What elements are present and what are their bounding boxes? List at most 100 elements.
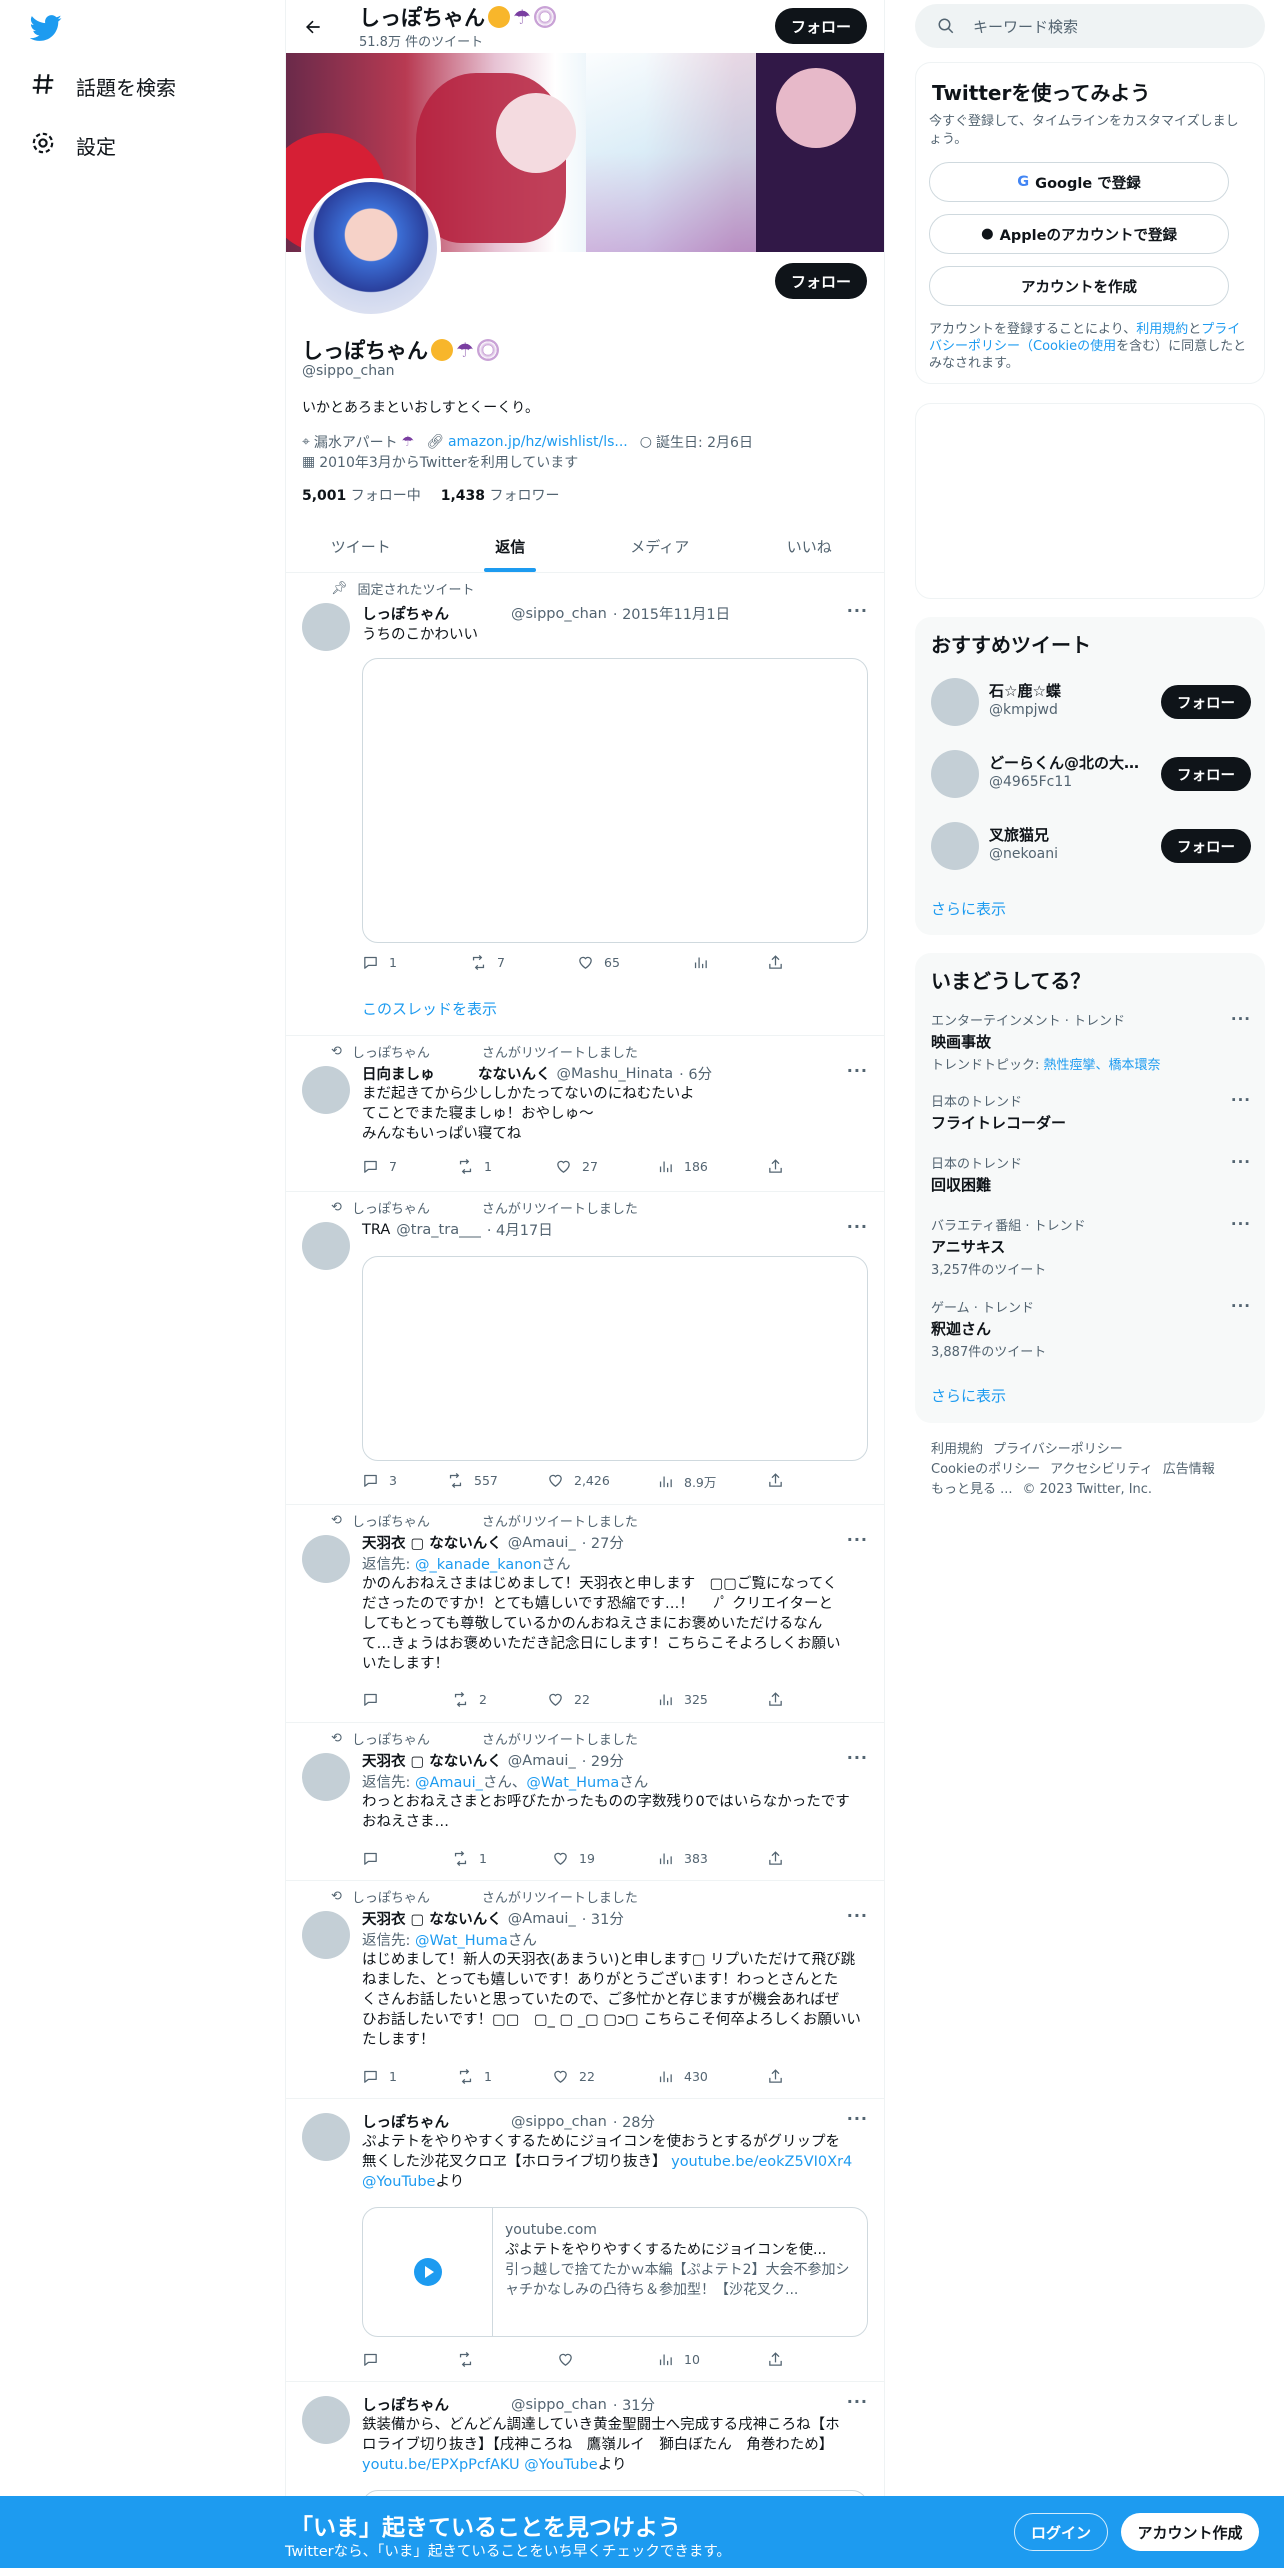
more-icon[interactable]: ··· [847,1906,868,1925]
trend-related-links[interactable]: 熱性痙攣、橋本環奈 [1044,1058,1161,1073]
tweet-time[interactable]: · 29分 [582,1750,624,1771]
more-icon[interactable]: ··· [1231,1215,1251,1233]
footer-privacy[interactable]: プライバシーポリシー [993,1442,1123,1457]
author-handle[interactable]: @Amaui_ [508,1753,576,1769]
tweet-time[interactable]: · 6分 [679,1063,712,1084]
reply-button[interactable]: 1 [362,2068,397,2085]
tweet-item[interactable]: 📌︎ 固定されたツイート しっぽちゃん @sippo_chan · 2015年11… [286,573,884,1036]
share-button[interactable] [767,1850,784,1867]
tweet-link[interactable]: youtu.be/EPXpPcfAKU [362,2457,520,2473]
share-button[interactable] [767,2068,784,2085]
share-button[interactable] [767,1158,784,1175]
reply-button[interactable]: 1 [362,954,397,971]
tweet-media[interactable] [362,1256,868,1461]
tweet-time[interactable]: · 31分 [613,2394,655,2415]
show-thread-link[interactable]: このスレッドを表示 [362,998,497,1019]
reply-to-link[interactable]: @Amaui_ [415,1775,483,1791]
avatar[interactable] [302,1753,350,1801]
retweet-button[interactable]: 1 [457,2068,492,2085]
tweet-time[interactable]: · 27分 [582,1532,624,1553]
author-name[interactable]: 天羽衣 ▢ なないんく [362,1750,502,1771]
profile-url[interactable]: amazon.jp/hz/wishlist/ls... [448,434,628,450]
reply-to-link[interactable]: @Wat_Huma [415,1933,508,1949]
google-signup-button[interactable]: G Google で登録 [929,162,1229,202]
tweet-item[interactable]: ⟲ しっぽちゃん さんがリツイートしました 天羽衣 ▢ なないんく @Amaui_… [286,1505,884,1723]
back-button[interactable] [296,10,330,44]
more-icon[interactable]: ··· [847,601,868,620]
avatar[interactable] [302,1222,350,1270]
author-handle[interactable]: @Mashu_Hinata [557,1066,674,1082]
footer-ads[interactable]: 広告情報 [1163,1462,1215,1477]
more-icon[interactable]: ··· [847,2109,868,2128]
profile-follow-button[interactable]: フォロー [775,263,867,299]
trend-item[interactable]: バラエティ番組 · トレンド アニサキス 3,257件のツイート ··· [931,1215,1251,1278]
login-button[interactable]: ログイン [1014,2513,1108,2551]
author-handle[interactable]: @Amaui_ [508,1911,576,1927]
like-button[interactable] [557,2351,584,2368]
following-link[interactable]: 5,001 フォロー中 [302,485,421,505]
author-name[interactable]: しっぽちゃん [362,2394,449,2415]
author-name[interactable]: 天羽衣 ▢ なないんく [362,1908,502,1929]
tweet-item[interactable]: ⟲ しっぽちゃん さんがリツイートしました 天羽衣 ▢ なないんく @Amaui_… [286,1723,884,1881]
like-button[interactable]: 22 [552,2068,595,2085]
reply-button[interactable]: 7 [362,1158,397,1175]
mention-link[interactable]: @YouTube [524,2457,597,2473]
show-more-link[interactable]: さらに表示 [931,898,1006,919]
avatar[interactable] [302,1911,350,1959]
like-button[interactable]: 22 [547,1691,590,1708]
retweet-button[interactable]: 7 [470,954,505,971]
like-button[interactable]: 2,426 [547,1472,610,1489]
more-icon[interactable]: ··· [847,1748,868,1767]
more-icon[interactable]: ··· [847,2392,868,2411]
author-handle[interactable]: @sippo_chan [511,2397,607,2413]
views-button[interactable]: 186 [657,1158,708,1175]
avatar[interactable] [302,1535,350,1583]
nav-explore[interactable]: 話題を検索 [30,66,176,106]
more-icon[interactable]: ··· [1231,1010,1251,1028]
author-handle[interactable]: @Amaui_ [508,1535,576,1551]
share-button[interactable] [767,954,784,971]
reply-button[interactable]: 3 [362,1472,397,1489]
tab-likes[interactable]: いいね [735,520,885,572]
views-button[interactable]: 325 [657,1691,708,1708]
avatar[interactable] [302,2396,350,2444]
video-thumbnail[interactable] [363,2208,493,2336]
footer-terms[interactable]: 利用規約 [931,1442,983,1457]
trend-item[interactable]: 日本のトレンド 回収困難 ··· [931,1153,1251,1195]
link-card[interactable]: youtube.com ぷよテトをやりやすくするためにジョイコンを使... 引っ… [362,2207,868,2337]
author-name[interactable]: TRA [362,1222,390,1238]
tweet-media[interactable] [362,658,868,943]
search-input[interactable]: キーワード検索 [915,4,1265,48]
more-icon[interactable]: ··· [1231,1091,1251,1109]
reply-button[interactable] [362,1691,389,1708]
like-button[interactable]: 19 [552,1850,595,1867]
mention-link[interactable]: @YouTube [362,2174,435,2190]
apple-signup-button[interactable]: ● Appleのアカウントで登録 [929,214,1229,254]
tweet-time[interactable]: · 2015年11月1日 [613,603,730,624]
more-icon[interactable]: ··· [1231,1153,1251,1171]
tweet-item[interactable]: ⟲ しっぽちゃん さんがリツイートしました TRA @tra_tra___ · 4… [286,1192,884,1505]
signup-button[interactable]: アカウント作成 [1121,2513,1259,2551]
trend-item[interactable]: 日本のトレンド フライトレコーダー ··· [931,1091,1251,1133]
views-button[interactable]: 10 [657,2351,700,2368]
retweet-button[interactable]: 1 [452,1850,487,1867]
author-name[interactable]: 日向ましゅ なないんく [362,1063,551,1084]
views-button[interactable] [692,954,719,971]
topbar-follow-button[interactable]: フォロー [775,8,867,44]
suggested-user[interactable]: 叉旅猫兄 @nekoani フォロー [931,822,1251,872]
retweet-button[interactable]: 2 [452,1691,487,1708]
tweet-time[interactable]: · 28分 [613,2111,655,2132]
views-button[interactable]: 430 [657,2068,708,2085]
avatar[interactable] [302,2113,350,2161]
show-more-link[interactable]: さらに表示 [931,1385,1006,1406]
like-button[interactable]: 27 [555,1158,598,1175]
avatar[interactable] [931,822,979,870]
follow-button[interactable]: フォロー [1161,757,1251,791]
tweet-item[interactable]: しっぽちゃん @sippo_chan · 28分 ··· ぷよテトをやりやすくす… [286,2099,884,2382]
author-handle[interactable]: @sippo_chan [511,606,607,622]
followers-link[interactable]: 1,438 フォロワー [441,485,560,505]
suggested-user[interactable]: どーらくん@北の大地より @4965Fc11 フォロー [931,750,1251,800]
footer-accessibility[interactable]: アクセシビリティ [1050,1462,1153,1477]
reply-to-link[interactable]: @_kanade_kanon [415,1557,542,1573]
views-button[interactable]: 383 [657,1850,708,1867]
